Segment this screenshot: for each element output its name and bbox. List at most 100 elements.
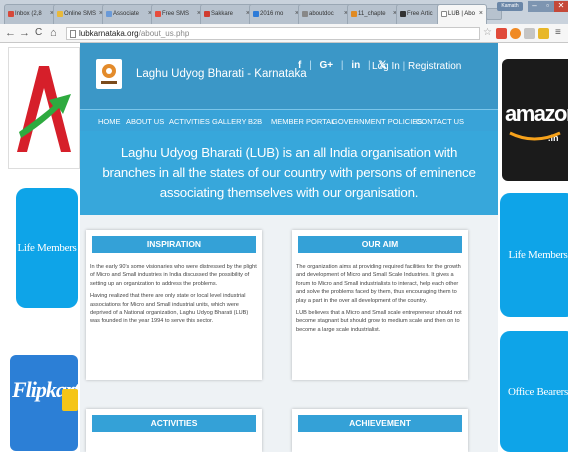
left-sidebar: Life Members Flipkart: [0, 43, 80, 452]
divider: |: [367, 60, 371, 71]
browser-tab[interactable]: 2016 mo ×: [249, 4, 303, 24]
menu-icon[interactable]: ≡: [555, 27, 561, 39]
paragraph: Having realized that there are only stat…: [90, 293, 249, 325]
panel-title: OUR AIM: [298, 236, 462, 253]
extension-icon[interactable]: [538, 28, 549, 39]
amazon-wordmark: amazon: [505, 101, 568, 126]
panel-body: The organization aims at providing requi…: [292, 253, 468, 342]
paragraph: The organization aims at providing requi…: [296, 264, 461, 304]
nav-contact-us[interactable]: CONTACT US: [416, 117, 464, 126]
forward-button[interactable]: →: [19, 27, 30, 39]
nav-gallery[interactable]: GALLERY: [212, 117, 246, 126]
tab-label: Free SMS: [162, 11, 190, 17]
amazon-ad[interactable]: amazon .in: [502, 59, 568, 181]
intro-text: Laghu Udyog Bharati (LUB) is an all Indi…: [102, 145, 476, 200]
close-icon[interactable]: ×: [479, 10, 483, 17]
achievement-panel: ACHIEVEMENT: [292, 409, 468, 452]
extension-icon[interactable]: [524, 28, 535, 39]
minimize-button[interactable]: –: [528, 1, 541, 12]
tab-label: Associate: [113, 11, 140, 17]
linkedin-icon[interactable]: in: [351, 60, 360, 71]
reload-button[interactable]: C: [35, 27, 42, 39]
flipkart-ad[interactable]: Flipkart: [10, 355, 78, 451]
site-icon: [155, 11, 161, 17]
document-icon: [302, 11, 308, 17]
panel-title[interactable]: ACTIVITIES: [92, 415, 256, 432]
activities-panel: ACTIVITIES: [86, 409, 262, 452]
auth-links: Log In | Registration: [372, 61, 461, 72]
lub-emblem-icon: [101, 64, 117, 84]
tab-label: Inbox (2,8: [15, 11, 42, 17]
tab-label: 11_chapte: [358, 11, 386, 17]
shopping-bag-icon: [62, 389, 78, 411]
life-members-tile[interactable]: Life Members: [16, 188, 78, 308]
maximize-button[interactable]: ▫: [541, 1, 554, 12]
gmail-icon: [8, 11, 14, 17]
divider: |: [402, 61, 406, 72]
browser-tab[interactable]: 11_chapte ×: [347, 4, 401, 24]
sponsor-logo[interactable]: [8, 47, 80, 169]
site-icon: [351, 11, 357, 17]
url-path: /about_us.php: [138, 29, 190, 38]
site-icon: [106, 11, 112, 17]
nav-about-us[interactable]: ABOUT US: [126, 117, 164, 126]
site-icon: [400, 11, 406, 17]
facebook-icon[interactable]: f: [298, 60, 301, 71]
main-nav: HOME ABOUT US ACTIVITIES GALLERY B2B MEM…: [80, 109, 498, 131]
registration-link[interactable]: Registration: [408, 61, 461, 72]
divider: |: [340, 60, 344, 71]
browser-tab[interactable]: Associate ×: [102, 4, 156, 24]
browser-tab-active[interactable]: LUB | Abo ×: [437, 4, 487, 24]
tab-label: Free Artic: [407, 11, 433, 17]
divider: |: [309, 60, 312, 71]
hero-banner: Laghu Udyog Bharati - Karnataka f | G+ |…: [80, 43, 498, 215]
browser-tab[interactable]: Online SMS ×: [53, 4, 107, 24]
panel-body: In the early 90's some visionaries who w…: [86, 253, 262, 334]
extension-icon[interactable]: [510, 28, 521, 39]
tab-label: Online SMS: [64, 11, 97, 17]
panel-title: INSPIRATION: [92, 236, 256, 253]
page-info-icon[interactable]: [70, 30, 76, 38]
paragraph: LUB believes that a Micro and Small scal…: [296, 310, 462, 333]
tab-label: Sakkare: [211, 11, 234, 17]
document-icon: [441, 11, 447, 17]
inspiration-panel: INSPIRATION In the early 90's some visio…: [86, 230, 262, 380]
home-button[interactable]: ⌂: [50, 27, 57, 39]
right-sidebar: amazon .in Life Members Office Bearers: [498, 43, 568, 452]
site-icon: [253, 11, 259, 17]
site-title[interactable]: Laghu Udyog Bharati - Karnataka: [136, 68, 307, 80]
nav-home[interactable]: HOME: [98, 117, 121, 126]
site-logo[interactable]: [96, 59, 122, 89]
address-toolbar: ← → C ⌂ lubkarnataka.org/about_us.php ☆ …: [0, 24, 568, 43]
panel-title[interactable]: ACHIEVEMENT: [298, 415, 462, 432]
growth-arrow-logo: [17, 66, 71, 152]
profile-button[interactable]: Kamath: [497, 2, 523, 11]
web-page: Life Members Flipkart Laghu Udyog Bharat…: [0, 43, 568, 452]
our-aim-panel: OUR AIM The organization aims at providi…: [292, 230, 468, 380]
back-button[interactable]: ←: [5, 27, 16, 39]
browser-tab[interactable]: Inbox (2,8 ×: [4, 4, 58, 24]
url-field[interactable]: lubkarnataka.org/about_us.php: [66, 27, 480, 40]
star-icon[interactable]: ☆: [483, 27, 492, 39]
tab-label: 2016 mo: [260, 11, 284, 17]
close-window-button[interactable]: ✕: [554, 1, 568, 12]
nav-government-policies[interactable]: GOVERNMENT POLICIES: [332, 117, 422, 126]
browser-tab-strip: Inbox (2,8 × Online SMS × Associate × Fr…: [0, 0, 568, 24]
life-members-tile[interactable]: Life Members: [500, 193, 568, 317]
extension-icon[interactable]: [496, 28, 507, 39]
nav-b2b[interactable]: B2B: [248, 117, 262, 126]
smile-arrow-icon: [509, 131, 561, 141]
sms-icon: [57, 11, 63, 17]
browser-tab[interactable]: Sakkare ×: [200, 4, 254, 24]
youtube-icon: [204, 11, 210, 17]
nav-activities[interactable]: ACTIVITIES: [169, 117, 210, 126]
browser-tab[interactable]: Free SMS ×: [151, 4, 205, 24]
google-plus-icon[interactable]: G+: [320, 60, 334, 71]
tab-label: aboutdoc: [309, 11, 334, 17]
nav-member-portal[interactable]: MEMBER PORTAL: [271, 117, 335, 126]
office-bearers-tile[interactable]: Office Bearers: [500, 331, 568, 452]
browser-tab[interactable]: aboutdoc ×: [298, 4, 352, 24]
site-header: Laghu Udyog Bharati - Karnataka f | G+ |…: [80, 43, 498, 109]
login-link[interactable]: Log In: [372, 61, 400, 72]
tab-label: LUB | Abo: [448, 11, 475, 17]
